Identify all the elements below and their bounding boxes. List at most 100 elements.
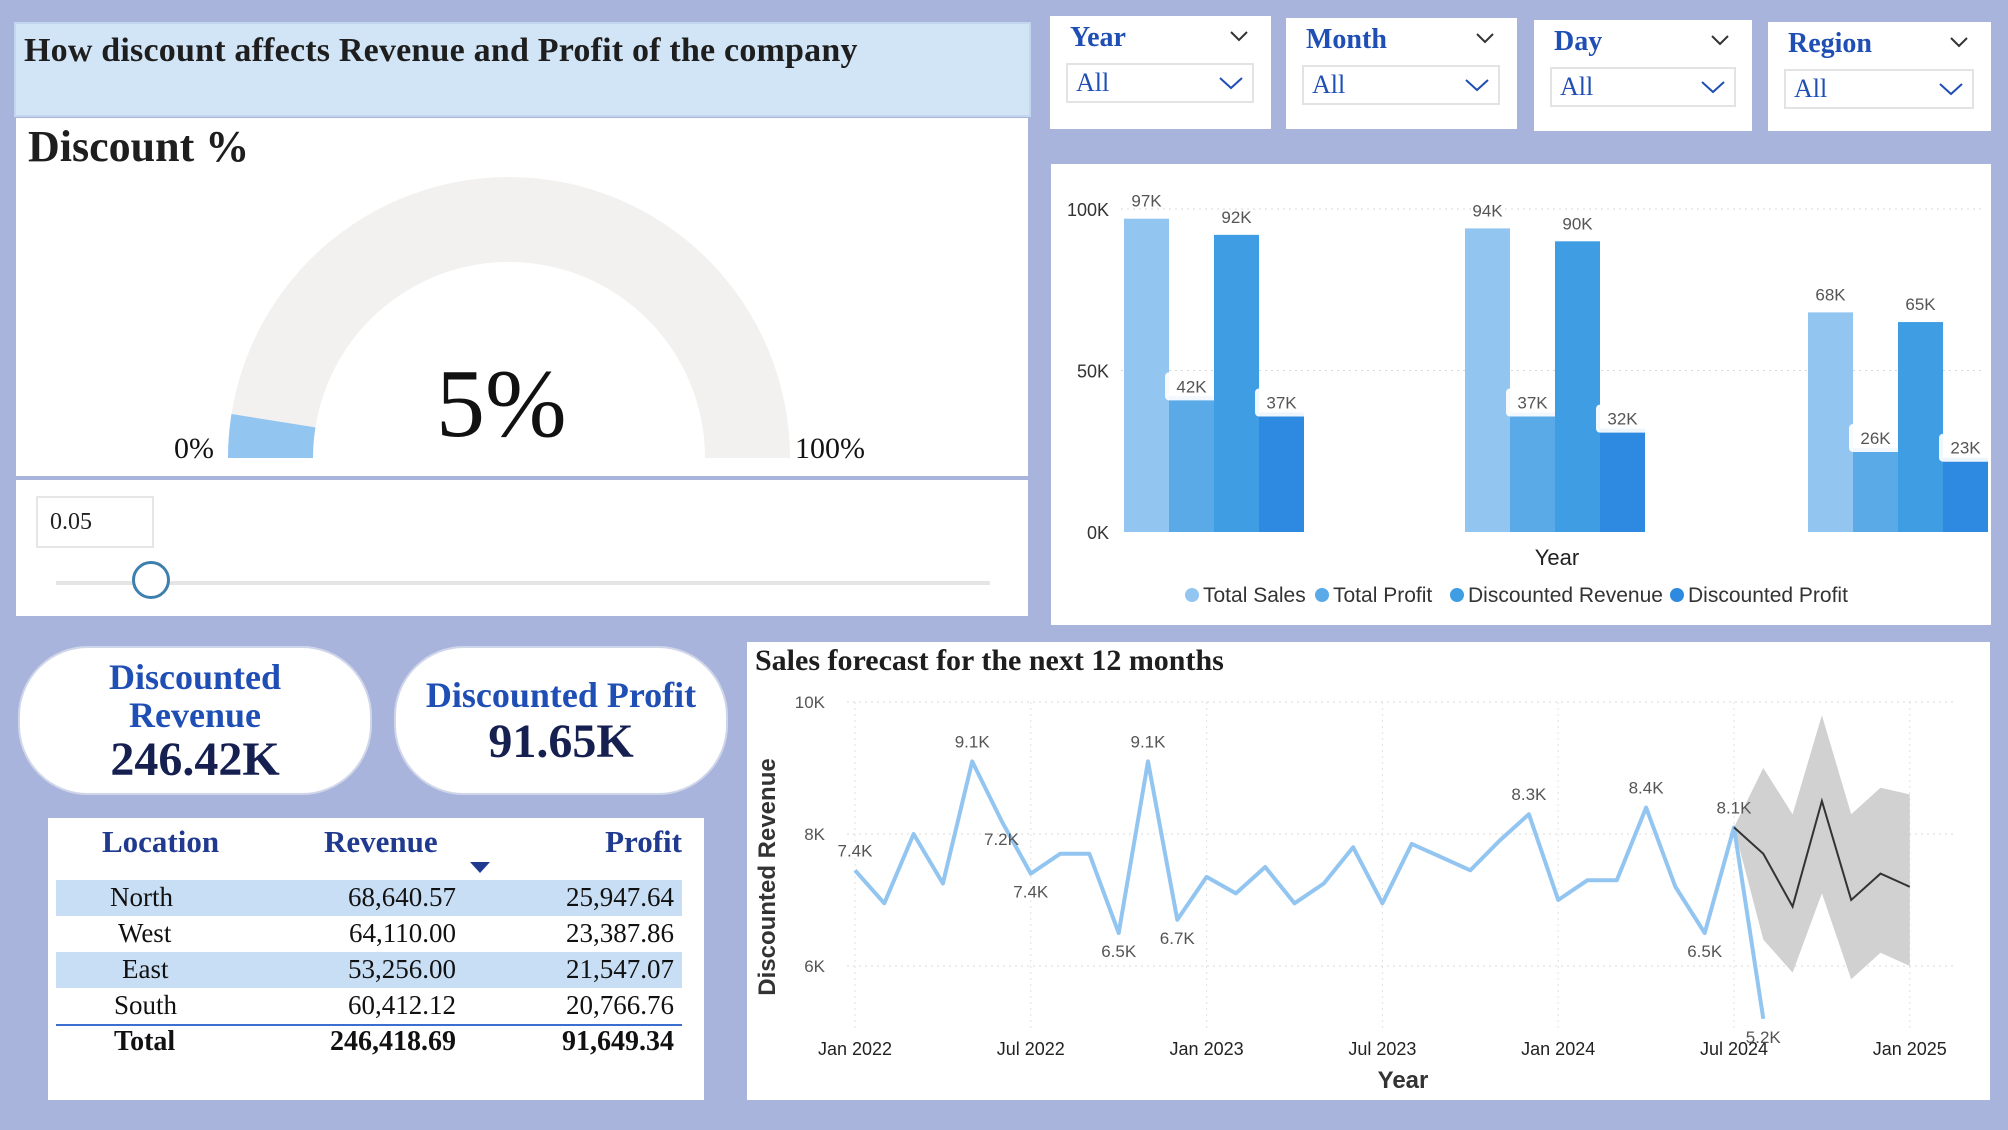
card-revenue-title-line1: Discounted xyxy=(108,657,282,697)
card-profit-value: 91.65K xyxy=(488,715,634,768)
table-row[interactable]: East 53,256.00 21,547.07 xyxy=(56,952,682,988)
column-header-location[interactable]: Location xyxy=(102,824,219,860)
bar-total-profit xyxy=(1510,412,1555,532)
discount-input[interactable]: 0.05 xyxy=(36,496,154,548)
filter-day-dropdown[interactable]: All xyxy=(1550,67,1736,107)
bar-total-profit xyxy=(1169,396,1214,532)
total-revenue: 246,418.69 xyxy=(330,1026,456,1057)
bar-total-sales xyxy=(1808,312,1853,532)
x-tick-label: Jul 2023 xyxy=(1348,1039,1416,1059)
chevron-down-icon[interactable] xyxy=(1949,36,1969,48)
legend-label: Total Profit xyxy=(1333,584,1432,607)
y-tick-label: 8K xyxy=(804,825,825,844)
y-tick-label: 10K xyxy=(795,693,826,712)
table-row[interactable]: North 68,640.57 25,947.64 xyxy=(56,880,682,916)
legend-marker xyxy=(1450,588,1464,602)
x-tick-label: Jan 2023 xyxy=(1170,1039,1244,1059)
data-label: 23K xyxy=(1950,439,1981,458)
x-tick-label: Jan 2022 xyxy=(818,1039,892,1059)
y-tick-label: 6K xyxy=(804,957,825,976)
data-label: 26K xyxy=(1860,429,1891,448)
data-label: 37K xyxy=(1517,393,1548,412)
gauge-min-label: 0% xyxy=(174,432,214,465)
bar-chart-panel: 100K 50K 0K 97K 94K 68K 42K 37K 26K 92K 90K 65K 37K 3… xyxy=(1051,164,1991,625)
bar-discounted-revenue xyxy=(1555,241,1600,533)
card-revenue-value: 246.42K xyxy=(110,733,280,786)
chevron-down-icon[interactable] xyxy=(1475,32,1495,44)
filter-year: Year All xyxy=(1050,16,1271,129)
filter-month-label: Month xyxy=(1306,24,1387,55)
data-label: 6.5K xyxy=(1687,942,1723,961)
column-header-profit[interactable]: Profit xyxy=(605,824,682,860)
data-label: 37K xyxy=(1266,393,1297,412)
chevron-down-icon[interactable] xyxy=(1229,30,1249,42)
bar-chart: 100K 50K 0K 97K 94K 68K 42K 37K 26K 92K 90K 65K 37K 3… xyxy=(1067,192,1991,607)
total-label: Total xyxy=(114,1026,176,1057)
data-label: 94K xyxy=(1472,201,1503,220)
filter-month-value: All xyxy=(1312,70,1346,99)
cell-revenue: 53,256.00 xyxy=(348,954,456,984)
bar-discounted-revenue xyxy=(1214,234,1259,532)
y-tick-label: 50K xyxy=(1077,362,1109,382)
slider-handle[interactable] xyxy=(132,561,170,599)
legend-marker xyxy=(1315,588,1329,602)
bar-total-sales xyxy=(1465,228,1510,532)
data-label: 6.7K xyxy=(1160,929,1196,948)
cell-profit: 21,547.07 xyxy=(566,954,674,984)
filter-year-label: Year xyxy=(1070,22,1126,53)
data-label: 65K xyxy=(1905,295,1936,314)
cell-revenue: 64,110.00 xyxy=(349,918,456,948)
slider-track[interactable] xyxy=(56,581,990,585)
series-line xyxy=(853,759,1766,1020)
discounted-profit-card: Discounted Profit 91.65K xyxy=(394,646,728,795)
table-row[interactable]: West 64,110.00 23,387.86 xyxy=(56,916,682,952)
filter-year-dropdown[interactable]: All xyxy=(1066,63,1254,103)
legend-label: Discounted Revenue xyxy=(1468,584,1663,607)
data-label: 68K xyxy=(1815,285,1846,304)
filter-region-value: All xyxy=(1794,74,1828,103)
chevron-down-icon xyxy=(1465,79,1489,92)
cell-profit: 23,387.86 xyxy=(566,918,674,948)
legend-label: Total Sales xyxy=(1203,584,1306,607)
y-axis-label: Discounted Revenue xyxy=(754,758,781,995)
data-label: 97K xyxy=(1131,192,1162,211)
data-label: 8.4K xyxy=(1629,779,1665,798)
legend-label: Discounted Profit xyxy=(1688,584,1848,607)
total-profit: 91,649.34 xyxy=(562,1026,674,1057)
x-axis-label: Year xyxy=(1535,545,1579,570)
card-revenue-title-line2: Revenue xyxy=(129,695,261,735)
gauge-max-label: 100% xyxy=(795,432,865,465)
cell-revenue: 68,640.57 xyxy=(348,882,456,912)
table-row[interactable]: South 60,412.12 20,766.76 xyxy=(56,988,682,1024)
data-label: 42K xyxy=(1176,377,1207,396)
column-header-revenue[interactable]: Revenue xyxy=(324,824,438,860)
data-label: 92K xyxy=(1221,208,1252,227)
location-table: Location Revenue Profit North 68,640.57 … xyxy=(48,818,704,1100)
data-label: 7.4K xyxy=(1013,883,1049,902)
forecast-line-chart: 10K 8K 6K Jan 2022 Jul 2022 Jan 2023 Jul 2023 J… xyxy=(754,693,1957,1094)
chevron-down-icon[interactable] xyxy=(1710,34,1730,46)
x-axis-label: Year xyxy=(1378,1067,1429,1094)
bar-total-profit xyxy=(1853,448,1898,532)
discount-slicer-panel: 0.05 xyxy=(16,480,1028,616)
discounted-revenue-card: Discounted Revenue 246.42K xyxy=(18,646,372,795)
bar-discounted-revenue xyxy=(1898,322,1943,532)
filter-year-value: All xyxy=(1076,68,1110,97)
data-label: 5.2K xyxy=(1746,1028,1782,1047)
filter-day-label: Day xyxy=(1554,26,1603,57)
data-label: 7.2K xyxy=(984,830,1020,849)
cell-location: North xyxy=(110,882,173,912)
sort-descending-icon[interactable] xyxy=(470,862,490,874)
data-label: 8.3K xyxy=(1511,785,1547,804)
filter-region-label: Region xyxy=(1788,28,1872,59)
data-label: 7.4K xyxy=(838,841,874,860)
bar-discounted-profit xyxy=(1600,428,1645,532)
filter-region-dropdown[interactable]: All xyxy=(1784,69,1974,109)
cell-profit: 20,766.76 xyxy=(566,990,674,1020)
bar-total-sales xyxy=(1124,218,1169,532)
dashboard-title-panel: How discount affects Revenue and Profit … xyxy=(14,22,1031,117)
discount-gauge-panel: Discount % 0% 100% 5% xyxy=(16,118,1028,476)
data-label: 32K xyxy=(1607,410,1638,429)
filter-month-dropdown[interactable]: All xyxy=(1302,65,1500,105)
forecast-confidence-band xyxy=(1734,715,1910,980)
